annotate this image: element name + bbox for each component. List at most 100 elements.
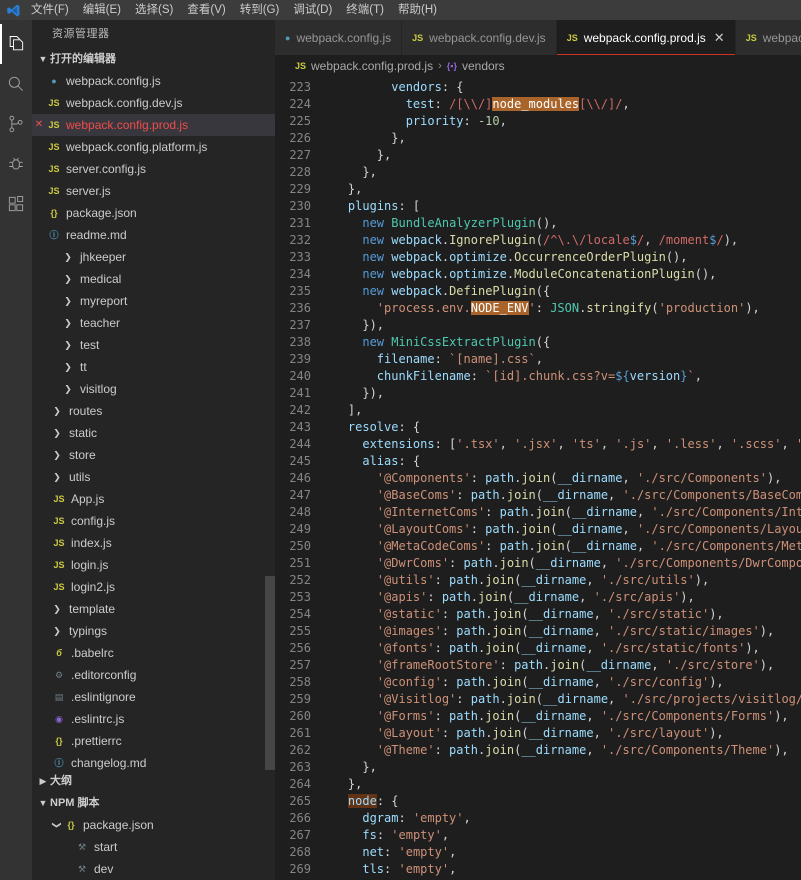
code-line[interactable]: 'process.env.NODE_ENV': JSON.stringify('… — [319, 300, 801, 317]
code-line[interactable]: '@DwrComs': path.join(__dirname, './src/… — [319, 555, 801, 572]
code-line[interactable]: plugins: [ — [319, 198, 801, 215]
code-line[interactable]: '@LayoutComs': path.join(__dirname, './s… — [319, 521, 801, 538]
code-line[interactable]: }), — [319, 385, 801, 402]
code-line[interactable]: '@images': path.join(__dirname, './src/s… — [319, 623, 801, 640]
tree-folder-item[interactable]: ❯ template — [32, 598, 275, 620]
tree-folder-item[interactable]: ❯ utils — [32, 466, 275, 488]
tree-file-item[interactable]: JS App.js — [32, 488, 275, 510]
code-line[interactable]: test: /[\\/]node_modules[\\/]/, — [319, 96, 801, 113]
npm-script-item[interactable]: ⚒ dev — [32, 858, 275, 880]
close-icon[interactable]: ✕ — [714, 30, 725, 46]
code-content[interactable]: vendors: { test: /[\\/]node_modules[\\/]… — [319, 77, 801, 880]
tree-folder-item[interactable]: ❯ visitlog — [32, 378, 275, 400]
tree-folder-item[interactable]: ❯ typings — [32, 620, 275, 642]
code-line[interactable]: vendors: { — [319, 79, 801, 96]
section-outline[interactable]: ▶ 大纲 — [32, 770, 275, 792]
open-editor-item[interactable]: ✕ JS webpack.config.prod.js — [32, 114, 275, 136]
code-line[interactable]: '@MetaCodeComs': path.join(__dirname, '.… — [319, 538, 801, 555]
tree-folder-item[interactable]: ❯ jhkeeper — [32, 246, 275, 268]
code-line[interactable]: '@apis': path.join(__dirname, './src/api… — [319, 589, 801, 606]
tree-file-item[interactable]: JS config.js — [32, 510, 275, 532]
files-explorer-icon[interactable] — [0, 24, 32, 64]
code-line[interactable]: '@Forms': path.join(__dirname, './src/Co… — [319, 708, 801, 725]
code-line[interactable]: tls: 'empty', — [319, 861, 801, 878]
tree-folder-item[interactable]: ❯ store — [32, 444, 275, 466]
debug-icon[interactable] — [0, 144, 32, 184]
open-editor-item[interactable]: {} package.json — [32, 202, 275, 224]
editor-tab[interactable]: JS webpack.config.dev.js — [402, 20, 557, 55]
menu-selection[interactable]: 选择(S) — [128, 0, 180, 20]
menu-file[interactable]: 文件(F) — [24, 0, 76, 20]
code-line[interactable]: '@Layout': path.join(__dirname, './src/l… — [319, 725, 801, 742]
code-line[interactable]: new BundleAnalyzerPlugin(), — [319, 215, 801, 232]
menu-edit[interactable]: 编辑(E) — [76, 0, 128, 20]
code-line[interactable]: '@Theme': path.join(__dirname, './src/Co… — [319, 742, 801, 759]
open-editor-item[interactable]: JS webpack.config.dev.js — [32, 92, 275, 114]
tree-file-item[interactable]: JS login.js — [32, 554, 275, 576]
tree-folder-item[interactable]: ❯ myreport — [32, 290, 275, 312]
menu-help[interactable]: 帮助(H) — [391, 0, 444, 20]
tree-folder-item[interactable]: ❯ tt — [32, 356, 275, 378]
code-line[interactable]: fs: 'empty', — [319, 827, 801, 844]
code-editor[interactable]: 223 224 225 226 227 228 229 230 231 232 233 234 235 2… — [275, 77, 801, 880]
source-control-icon[interactable] — [0, 104, 32, 144]
code-line[interactable]: '@static': path.join(__dirname, './src/s… — [319, 606, 801, 623]
code-line[interactable]: new webpack.IgnorePlugin(/^\.\/locale$/,… — [319, 232, 801, 249]
code-line[interactable]: }, — [319, 147, 801, 164]
menu-terminal[interactable]: 终端(T) — [339, 0, 391, 20]
menu-debug[interactable]: 调试(D) — [286, 0, 339, 20]
tree-file-item[interactable]: ◉ .eslintrc.js — [32, 708, 275, 730]
code-line[interactable]: }, — [319, 759, 801, 776]
code-line[interactable]: new webpack.optimize.OccurrenceOrderPlug… — [319, 249, 801, 266]
tree-folder-item[interactable]: ❯ static — [32, 422, 275, 444]
breadcrumb-symbol[interactable]: vendors — [462, 59, 505, 73]
open-editor-item[interactable]: JS webpack.config.platform.js — [32, 136, 275, 158]
code-line[interactable]: new webpack.DefinePlugin({ — [319, 283, 801, 300]
search-icon[interactable] — [0, 64, 32, 104]
code-line[interactable]: ], — [319, 402, 801, 419]
tree-file-item[interactable]: ⚙ .editorconfig — [32, 664, 275, 686]
open-editor-item[interactable]: ● webpack.config.js — [32, 70, 275, 92]
tree-file-item[interactable]: JS index.js — [32, 532, 275, 554]
tree-file-item[interactable]: ⓘ changelog.md — [32, 752, 275, 770]
code-line[interactable]: new webpack.optimize.ModuleConcatenation… — [319, 266, 801, 283]
code-line[interactable]: }, — [319, 776, 801, 793]
code-line[interactable]: priority: -10, — [319, 113, 801, 130]
code-line[interactable]: node: { — [319, 793, 801, 810]
code-line[interactable]: chunkFilename: `[id].chunk.css?v=${versi… — [319, 368, 801, 385]
tree-folder-item[interactable]: ❯ routes — [32, 400, 275, 422]
npm-script-item[interactable]: ⚒ start — [32, 836, 275, 858]
breadcrumb-file[interactable]: webpack.config.prod.js — [311, 59, 433, 73]
menu-goto[interactable]: 转到(G) — [233, 0, 287, 20]
tree-folder-item[interactable]: ❯ test — [32, 334, 275, 356]
error-close-icon[interactable]: ✕ — [32, 114, 46, 136]
code-line[interactable]: '@BaseComs': path.join(__dirname, './src… — [319, 487, 801, 504]
code-line[interactable]: '@config': path.join(__dirname, './src/c… — [319, 674, 801, 691]
code-line[interactable]: dgram: 'empty', — [319, 810, 801, 827]
tree-folder-item[interactable]: ❯ teacher — [32, 312, 275, 334]
tree-file-item[interactable]: JS login2.js — [32, 576, 275, 598]
code-line[interactable]: }, — [319, 181, 801, 198]
code-line[interactable]: '@frameRootStore': path.join(__dirname, … — [319, 657, 801, 674]
npm-package-item[interactable]: ❯{} package.json — [32, 814, 275, 836]
open-editor-item[interactable]: JS server.config.js — [32, 158, 275, 180]
code-line[interactable]: filename: `[name].css`, — [319, 351, 801, 368]
section-npm-scripts[interactable]: ▼ NPM 脚本 — [32, 792, 275, 814]
section-open-editors[interactable]: ▼ 打开的编辑器 — [32, 48, 275, 70]
file-tree[interactable]: ▼ LANDA ❯jhkeeper❯medical❯myreport❯teach… — [32, 246, 275, 770]
editor-tab[interactable]: JS webpack.config.platform.js — [735, 20, 801, 55]
editor-tab[interactable]: ● webpack.config.js — [275, 20, 403, 55]
tree-file-item[interactable]: б .babelrc — [32, 642, 275, 664]
code-line[interactable]: new MiniCssExtractPlugin({ — [319, 334, 801, 351]
code-line[interactable]: net: 'empty', — [319, 844, 801, 861]
open-editor-item[interactable]: JS server.js — [32, 180, 275, 202]
breadcrumb[interactable]: JS webpack.config.prod.js › {▪} vendors — [275, 55, 801, 77]
tree-file-item[interactable]: {} .prettierrc — [32, 730, 275, 752]
code-line[interactable]: '@fonts': path.join(__dirname, './src/st… — [319, 640, 801, 657]
code-line[interactable]: '@Components': path.join(__dirname, './s… — [319, 470, 801, 487]
extensions-icon[interactable] — [0, 184, 32, 224]
code-line[interactable]: '@Visitlog': path.join(__dirname, './src… — [319, 691, 801, 708]
sidebar-scrollbar[interactable] — [265, 576, 275, 770]
open-editor-item[interactable]: ⓘ readme.md — [32, 224, 275, 246]
editor-tab[interactable]: JS webpack.config.prod.js ✕ — [556, 20, 736, 55]
